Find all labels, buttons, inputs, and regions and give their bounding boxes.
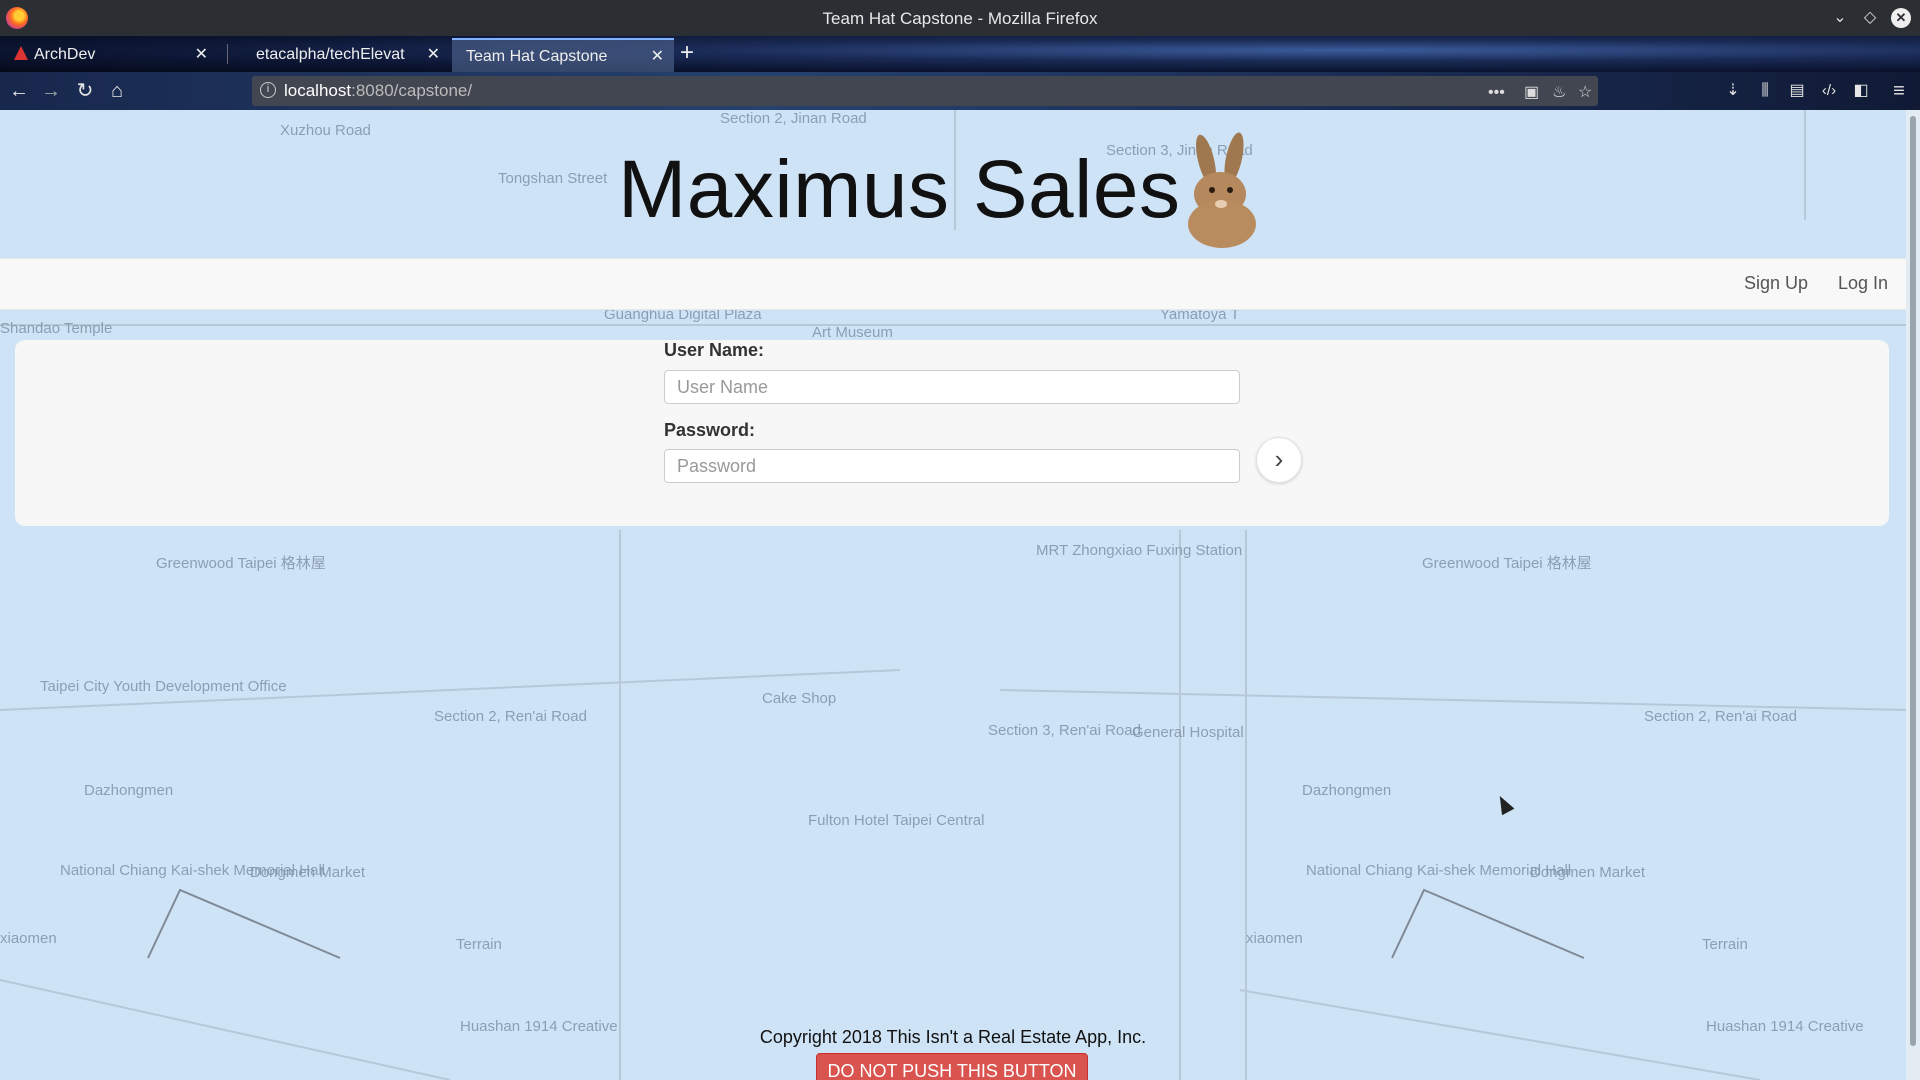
sidebar-icon[interactable]: ▤ — [1784, 78, 1810, 104]
map-label: Dongmen Market — [1530, 864, 1646, 881]
url-bar[interactable]: i localhost:8080/capstone/ ••• ▣ ♨ ☆ — [252, 76, 1598, 106]
map-label: MRT Zhongxiao Fuxing Station — [1036, 542, 1243, 559]
map-label: Taipei City Youth Development Office — [40, 678, 287, 695]
tab-close-icon[interactable]: ✕ — [195, 38, 208, 72]
map-label: Section 3, Ren'ai Road — [988, 722, 1141, 739]
map-label: Section 2, Ren'ai Road — [434, 708, 587, 725]
url-host: localhost — [284, 81, 352, 100]
bunny-logo-icon — [1188, 132, 1256, 248]
home-icon[interactable]: ⌂ — [104, 78, 130, 104]
map-label: Tongshan Street — [498, 170, 608, 187]
minimize-icon[interactable]: ⌄ — [1830, 8, 1850, 28]
tab-team-hat-capstone[interactable]: Team Hat Capstone ✕ — [452, 38, 674, 72]
extension-badge-icon[interactable]: ◧ — [1848, 78, 1874, 104]
password-label: Password: — [664, 420, 756, 440]
url-text[interactable]: localhost:8080/capstone/ — [284, 76, 472, 106]
tab-label: Team Hat Capstone — [466, 48, 608, 65]
map-label: Terrain — [456, 936, 502, 953]
map-label: Section 2, Ren'ai Road — [1644, 708, 1797, 725]
library-icon[interactable]: ⫼ — [1752, 78, 1778, 104]
tab-archdev[interactable]: ArchDev ✕ — [0, 38, 218, 72]
back-arrow-icon[interactable]: ← — [6, 78, 32, 104]
map-label: Xuzhou Road — [280, 122, 371, 139]
tab-close-icon[interactable]: ✕ — [651, 40, 664, 74]
map-label: Art Museum — [812, 324, 893, 341]
reload-icon[interactable]: ↻ — [72, 78, 98, 104]
map-label: General Hospital — [1132, 724, 1244, 741]
chevron-right-icon: › — [1274, 444, 1284, 474]
username-label: User Name: — [664, 340, 765, 360]
page-content: Xuzhou Road Tongshan Street Section 2, J… — [0, 110, 1920, 1080]
tab-separator — [227, 44, 228, 64]
menu-icon[interactable]: ≡ — [1886, 78, 1912, 104]
devtools-icon[interactable]: ‹/› — [1816, 78, 1842, 104]
copyright-text: Copyright 2018 This Isn't a Real Estate … — [759, 1027, 1147, 1047]
map-label: Greenwood Taipei 格林屋 — [1422, 555, 1592, 572]
map-label: Section 2, Jinan Road — [720, 110, 867, 127]
map-label: Dazhongmen — [1302, 782, 1392, 799]
map-label: Greenwood Taipei 格林屋 — [156, 555, 326, 572]
username-input[interactable] — [664, 370, 1240, 404]
map-label: xiaomen — [0, 930, 57, 947]
window-titlebar: Team Hat Capstone - Mozilla Firefox ⌄ ◇ … — [0, 0, 1920, 36]
angular-icon — [14, 46, 28, 60]
site-info-icon[interactable]: i — [260, 82, 276, 98]
map-label: Dongmen Market — [250, 864, 366, 881]
site-brand-title: Maximus Sales — [618, 144, 1181, 235]
tab-techelevator[interactable]: etacalpha/techElevat ✕ — [242, 38, 450, 72]
map-background: Xuzhou Road Tongshan Street Section 2, J… — [0, 110, 1920, 1080]
map-label: xiaomen — [1246, 930, 1303, 947]
download-icon[interactable]: ⇣ — [1720, 78, 1746, 104]
map-label: Terrain — [1702, 936, 1748, 953]
top-navbar: Sign Up Log In — [0, 258, 1906, 310]
scrollbar-thumb[interactable] — [1910, 116, 1916, 1046]
window-title: Team Hat Capstone - Mozilla Firefox — [822, 9, 1098, 28]
login-panel — [15, 340, 1889, 526]
forward-arrow-icon[interactable]: → — [38, 78, 64, 104]
navigation-toolbar: ← → ↻ ⌂ i localhost:8080/capstone/ ••• ▣… — [0, 72, 1920, 110]
map-roads — [0, 110, 1907, 1080]
tab-label: ArchDev — [34, 46, 96, 63]
window-close-icon[interactable]: ✕ — [1891, 8, 1911, 28]
password-input[interactable] — [664, 449, 1240, 483]
page-scrollbar[interactable] — [1906, 110, 1920, 1080]
map-label: Fulton Hotel Taipei Central — [808, 812, 985, 829]
bookmark-star-icon[interactable]: ☆ — [1578, 78, 1592, 108]
do-not-push-button[interactable]: DO NOT PUSH THIS BUTTON — [816, 1053, 1088, 1080]
pocket-icon[interactable]: ▣ — [1524, 78, 1539, 108]
tab-label: etacalpha/techElevat — [256, 46, 405, 63]
maximize-icon[interactable]: ◇ — [1860, 8, 1880, 28]
map-label: Cake Shop — [762, 690, 837, 707]
map-label: Dazhongmen — [84, 782, 174, 799]
url-path: :8080/capstone/ — [351, 81, 473, 100]
signup-link[interactable]: Sign Up — [1744, 273, 1808, 294]
login-submit-button[interactable]: › — [1256, 437, 1302, 483]
tab-close-icon[interactable]: ✕ — [427, 38, 440, 72]
login-link[interactable]: Log In — [1838, 273, 1888, 294]
page-actions-icon[interactable]: ••• — [1488, 78, 1505, 108]
extension-icon[interactable]: ♨ — [1552, 78, 1566, 108]
new-tab-plus-icon[interactable]: + — [680, 38, 694, 68]
map-label: Shandao Temple — [0, 320, 113, 337]
tab-strip: ArchDev ✕ etacalpha/techElevat ✕ Team Ha… — [0, 36, 1920, 72]
